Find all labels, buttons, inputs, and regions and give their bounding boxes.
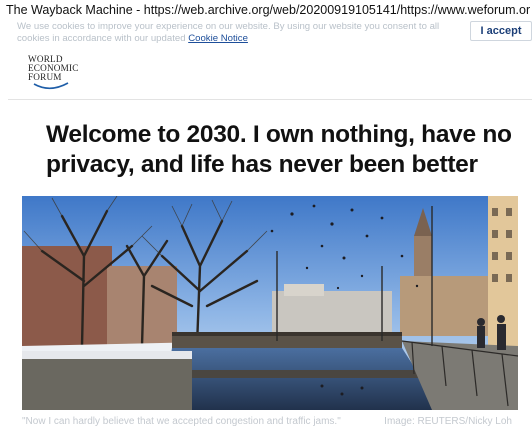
cookie-notice-link[interactable]: Cookie Notice [188, 33, 248, 44]
site-header: World Economic Forum [8, 48, 532, 100]
image-caption: "Now I can hardly believe that we accept… [22, 416, 341, 427]
city-canal-photo [22, 196, 518, 410]
image-caption-bar: "Now I can hardly believe that we accept… [22, 416, 518, 430]
logo-swoosh-icon [33, 82, 69, 90]
article-headline: Welcome to 2030. I own nothing, have no … [46, 121, 512, 178]
accept-cookies-button[interactable]: I accept [470, 21, 532, 41]
wef-logo[interactable]: World Economic Forum [28, 54, 98, 95]
window-title: The Wayback Machine - https://web.archiv… [6, 3, 530, 17]
cookie-message: We use cookies to improve your experienc… [17, 21, 457, 45]
cookie-banner: We use cookies to improve your experienc… [10, 18, 532, 48]
image-credit: Image: REUTERS/Nicky Loh [384, 416, 512, 427]
article-image [22, 196, 518, 410]
